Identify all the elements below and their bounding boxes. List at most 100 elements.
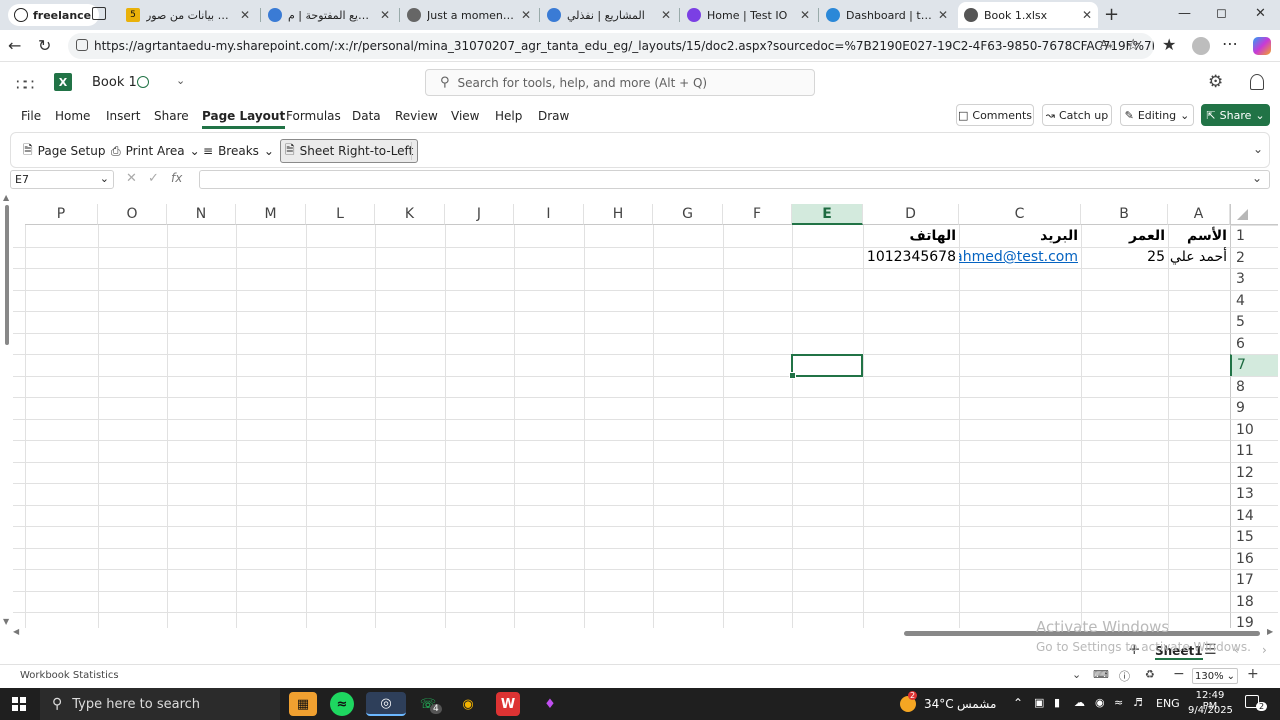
column-header-p[interactable]: P	[25, 204, 98, 225]
column-header-j[interactable]: J	[445, 204, 514, 225]
close-tab-icon[interactable]: ✕	[1082, 8, 1092, 22]
column-header-f[interactable]: F	[723, 204, 792, 225]
column-header-d[interactable]: D	[863, 204, 959, 225]
scroll-up-icon[interactable]: ▲	[3, 193, 9, 202]
menu-tab-share[interactable]: Share	[154, 109, 189, 123]
browser-tab[interactable]: المشاريع المفتوحة | م ✕	[262, 2, 396, 28]
zoom-in-icon[interactable]: +	[1247, 666, 1259, 682]
comments-button[interactable]: □ Comments	[956, 104, 1034, 126]
next-sheet-icon[interactable]: ›	[1262, 643, 1267, 657]
keyboard-icon[interactable]: ⌨	[1093, 668, 1109, 681]
cell-d2[interactable]: 1012345678	[863, 247, 959, 268]
column-header-l[interactable]: L	[306, 204, 375, 225]
scroll-right-icon[interactable]: ▶	[1267, 627, 1273, 636]
app-launcher-icon[interactable]: ∷∷	[16, 75, 34, 94]
wifi-icon[interactable]: ≈	[1114, 696, 1123, 709]
network-icon[interactable]: ☁	[1074, 696, 1085, 709]
account-person-icon[interactable]	[1250, 74, 1264, 90]
menu-tab-data[interactable]: Data	[352, 109, 381, 123]
row-header-4[interactable]: 4	[1230, 289, 1278, 311]
close-tab-icon[interactable]: ✕	[661, 8, 671, 22]
row-header-13[interactable]: 13	[1230, 483, 1278, 505]
wps-office-icon[interactable]: W	[496, 692, 520, 716]
column-header-g[interactable]: G	[653, 204, 723, 225]
reload-icon[interactable]: ↻	[38, 36, 51, 55]
close-tab-icon[interactable]: ✕	[521, 8, 531, 22]
cancel-entry-icon[interactable]: ✕	[126, 171, 137, 186]
search-input[interactable]: ⚲ Search for tools, help, and more (Alt …	[425, 69, 815, 96]
menu-tab-file[interactable]: File	[21, 109, 41, 123]
menu-tab-formulas[interactable]: Formulas	[286, 109, 341, 123]
row-header-9[interactable]: 9	[1230, 397, 1278, 419]
name-box[interactable]: E7 ⌄	[10, 170, 114, 189]
formula-input[interactable]	[199, 170, 1270, 189]
weather-temp[interactable]: 34°C	[924, 697, 954, 711]
battery-icon[interactable]: ▮	[1054, 696, 1060, 709]
site-info-icon[interactable]	[76, 39, 88, 51]
formula-expand-icon[interactable]: ⌄	[1252, 171, 1262, 185]
catch-up-button[interactable]: ↝ Catch up	[1042, 104, 1112, 126]
zoom-level-dropdown[interactable]: 130% ⌄	[1192, 668, 1238, 684]
row-header-16[interactable]: 16	[1230, 547, 1278, 569]
cell-b2[interactable]: 25	[1081, 247, 1168, 268]
row-header-12[interactable]: 12	[1230, 461, 1278, 483]
page-setup-button[interactable]: 🗎 Page Setup	[19, 139, 109, 163]
column-header-b[interactable]: B	[1081, 204, 1168, 225]
cell-c1[interactable]: البريد	[959, 225, 1081, 246]
pdf-app-icon[interactable]: ♦	[536, 692, 564, 716]
browser-tab[interactable]: Just a moment... ✕	[401, 2, 537, 28]
column-header-c[interactable]: C	[959, 204, 1081, 225]
menu-tab-view[interactable]: View	[451, 109, 479, 123]
scroll-down-icon[interactable]: ▼	[3, 617, 9, 626]
breaks-button[interactable]: ≡ Breaks ⌄	[199, 139, 278, 163]
row-header-17[interactable]: 17	[1230, 569, 1278, 591]
row-header-11[interactable]: 11	[1230, 440, 1278, 462]
taskbar-search-input[interactable]: ⚲ Type here to search	[40, 688, 280, 720]
column-header-i[interactable]: I	[514, 204, 584, 225]
confirm-entry-icon[interactable]: ✓	[148, 171, 159, 186]
weather-condition[interactable]: مشمس	[957, 697, 996, 711]
tray-app-icon[interactable]: ▣	[1034, 696, 1044, 709]
copilot-icon[interactable]	[1253, 37, 1271, 55]
insert-function-icon[interactable]: fx	[171, 171, 182, 185]
volume-icon[interactable]: ♬	[1133, 696, 1143, 709]
close-tab-icon[interactable]: ✕	[240, 8, 250, 22]
row-header-5[interactable]: 5	[1230, 311, 1278, 333]
document-title[interactable]: Book 1	[92, 75, 137, 90]
row-header-1[interactable]: 1	[1230, 225, 1278, 247]
freelance-workspace-button[interactable]: freelance	[8, 4, 100, 26]
row-header-6[interactable]: 6	[1230, 332, 1278, 354]
edge-browser-icon[interactable]: ◎	[366, 692, 406, 716]
maximize-icon[interactable]: ◻	[1216, 6, 1227, 21]
taskbar-app-icon[interactable]: ▦	[289, 692, 317, 716]
row-header-8[interactable]: 8	[1230, 375, 1278, 397]
close-tab-icon[interactable]: ✕	[800, 8, 810, 22]
column-header-m[interactable]: M	[236, 204, 306, 225]
menu-tab-review[interactable]: Review	[395, 109, 438, 123]
clock-date[interactable]: 9/4/2025	[1188, 705, 1233, 716]
sheet-right-to-left-button[interactable]: 🗎 Sheet Right-to-Left	[280, 139, 419, 163]
editing-mode-button[interactable]: ✎ Editing ⌄	[1120, 104, 1194, 126]
menu-tab-help[interactable]: Help	[495, 109, 522, 123]
url-field[interactable]: https://agrtantaedu-my.sharepoint.com/:x…	[68, 33, 1154, 59]
browser-tab[interactable]: Home | Test IO ✕	[681, 2, 816, 28]
accessibility-icon[interactable]: ♻	[1145, 668, 1155, 681]
show-hidden-icons-chevron-icon[interactable]: ⌃	[1013, 696, 1023, 710]
row-header-3[interactable]: 3	[1230, 268, 1278, 290]
settings-gear-icon[interactable]: ⚙	[1208, 72, 1223, 92]
zoom-out-icon[interactable]: −	[1173, 666, 1185, 682]
scroll-left-icon[interactable]: ◀	[13, 627, 19, 636]
ribbon-expand-chevron-icon[interactable]: ⌄	[1253, 142, 1263, 156]
column-header-h[interactable]: H	[584, 204, 653, 225]
vertical-scroll-thumb[interactable]	[5, 205, 9, 345]
row-header-18[interactable]: 18	[1230, 590, 1278, 612]
row-header-2[interactable]: 2	[1230, 246, 1278, 268]
row-header-15[interactable]: 15	[1230, 526, 1278, 548]
close-tab-icon[interactable]: ✕	[938, 8, 948, 22]
browser-tab[interactable]: 5 تفريغ بيانات من صور ✕	[120, 2, 256, 28]
menu-tab-page-layout[interactable]: Page Layout	[202, 109, 286, 129]
help-icon[interactable]: ⓘ	[1119, 668, 1130, 684]
share-button[interactable]: ⇱ Share ⌄	[1201, 104, 1270, 126]
more-options-icon[interactable]: ⋯	[1222, 34, 1238, 53]
row-header-19[interactable]: 19	[1230, 612, 1278, 628]
